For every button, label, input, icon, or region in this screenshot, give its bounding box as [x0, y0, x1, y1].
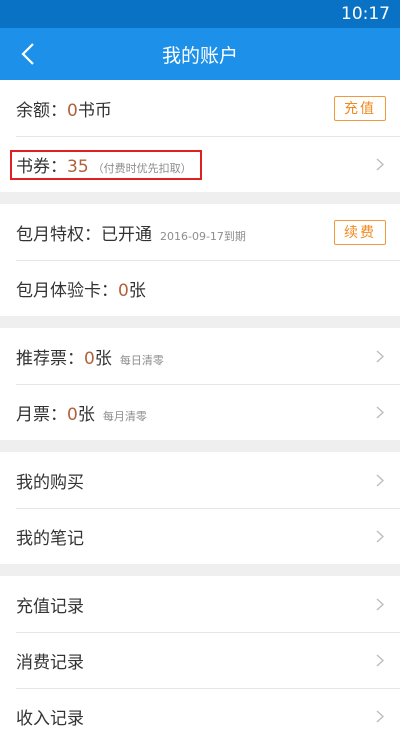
monthly-ticket-label: 月票： [16, 404, 67, 425]
records-group: 充值记录 消费记录 收入记录 [0, 576, 400, 744]
chevron-right-icon [374, 157, 386, 171]
recommend-ticket-row[interactable]: 推荐票： 0 张 每日清零 [0, 328, 400, 384]
voucher-row[interactable]: 书券： 35 （付费时优先扣取） [0, 136, 400, 192]
voucher-value: 35 [67, 156, 89, 177]
monthly-row: 包月特权：已开通 2016-09-17到期 续费 [0, 204, 400, 260]
app-bar: 我的账户 [0, 28, 400, 80]
renew-button[interactable]: 续费 [334, 219, 386, 245]
chevron-right-icon [374, 529, 386, 543]
page-title: 我的账户 [161, 44, 238, 67]
balance-label: 余额： [16, 100, 67, 121]
back-arrow-icon[interactable] [14, 40, 42, 68]
monthly-ticket-note: 每月清零 [102, 409, 147, 423]
chevron-right-icon [374, 709, 386, 723]
trial-card-unit: 张 [128, 280, 146, 301]
recharge-records-row[interactable]: 充值记录 [0, 576, 400, 632]
my-purchases-row[interactable]: 我的购买 [0, 452, 400, 508]
my-items-group: 我的购买 我的笔记 [0, 452, 400, 564]
status-time: 10:17 [341, 4, 390, 24]
recommend-ticket-label: 推荐票： [16, 348, 84, 369]
trial-card-value: 0 [118, 280, 129, 301]
status-bar: 10:17 [0, 0, 400, 28]
monthly-ticket-unit: 张 [77, 404, 95, 425]
monthly-expiry: 2016-09-17到期 [160, 229, 246, 243]
recommend-ticket-unit: 张 [94, 348, 112, 369]
balance-group: 余额： 0 书币 充值 书券： 35 （付费时优先扣取） [0, 80, 400, 192]
voucher-note: （付费时优先扣取） [92, 161, 192, 175]
voucher-label: 书券： [16, 156, 67, 177]
chevron-right-icon [374, 473, 386, 487]
trial-card-label: 包月体验卡： [16, 280, 118, 301]
balance-row: 余额： 0 书币 充值 [0, 80, 400, 136]
monthly-label: 包月特权：已开通 [16, 224, 152, 245]
my-purchases-label: 我的购买 [16, 472, 84, 493]
monthly-group: 包月特权：已开通 2016-09-17到期 续费 包月体验卡： 0 张 [0, 204, 400, 316]
consumption-records-label: 消费记录 [16, 652, 84, 673]
consumption-records-row[interactable]: 消费记录 [0, 632, 400, 688]
monthly-ticket-row[interactable]: 月票： 0 张 每月清零 [0, 384, 400, 440]
chevron-right-icon [374, 597, 386, 611]
my-notes-row[interactable]: 我的笔记 [0, 508, 400, 564]
recommend-ticket-note: 每日清零 [119, 353, 164, 367]
chevron-right-icon [374, 405, 386, 419]
income-records-row[interactable]: 收入记录 [0, 688, 400, 744]
trial-card-row: 包月体验卡： 0 张 [0, 260, 400, 316]
chevron-right-icon [374, 653, 386, 667]
monthly-ticket-value: 0 [67, 404, 78, 425]
recharge-records-label: 充值记录 [16, 596, 84, 617]
income-records-label: 收入记录 [16, 708, 84, 729]
balance-unit: 书币 [77, 100, 112, 121]
tickets-group: 推荐票： 0 张 每日清零 月票： 0 张 每月清零 [0, 328, 400, 440]
balance-value: 0 [67, 100, 78, 121]
recommend-ticket-value: 0 [84, 348, 95, 369]
chevron-right-icon [374, 349, 386, 363]
my-notes-label: 我的笔记 [16, 528, 84, 549]
recharge-button[interactable]: 充值 [334, 95, 386, 121]
